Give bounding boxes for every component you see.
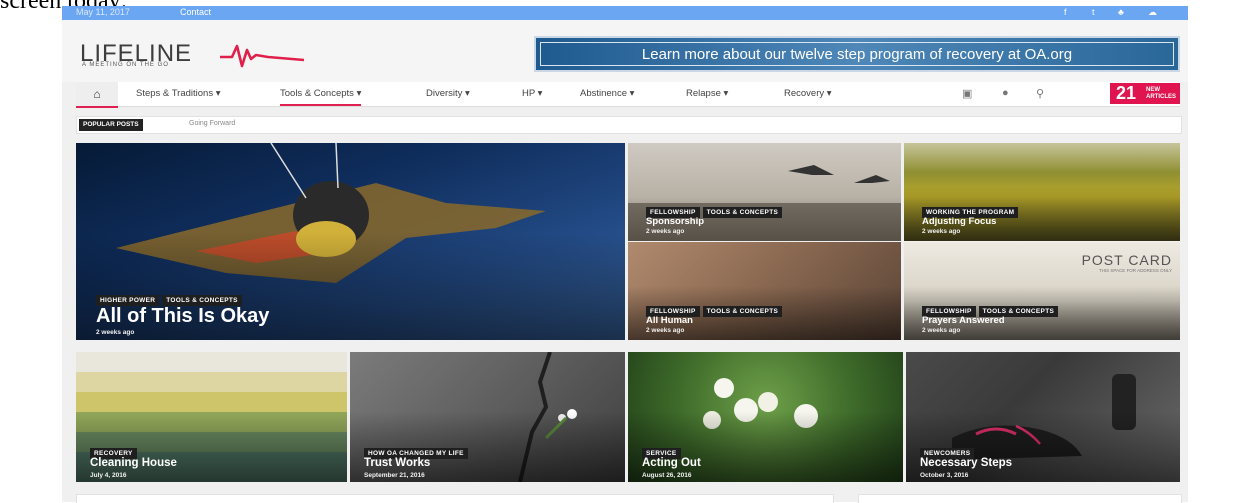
post-title[interactable]: Necessary Steps: [920, 457, 1012, 469]
cloud-icon[interactable]: ☁: [1148, 7, 1157, 18]
featured-post-adjusting-focus[interactable]: WORKING THE PROGRAM Adjusting Focus 2 we…: [904, 143, 1180, 241]
search-icon[interactable]: ⚲: [1036, 87, 1044, 100]
post-date: August 26, 2016: [642, 472, 692, 479]
logo-tagline: A MEETING ON THE GO: [82, 62, 169, 68]
post-title[interactable]: Acting Out: [642, 457, 701, 469]
popular-posts-label: POPULAR POSTS: [79, 119, 143, 131]
post-title[interactable]: Cleaning House: [90, 457, 177, 469]
video-icon[interactable]: ▣: [962, 87, 972, 100]
nav-tools-concepts[interactable]: Tools & Concepts ▾: [280, 88, 362, 106]
top-date: May 11, 2017: [76, 7, 130, 17]
post-necessary-steps[interactable]: NEWCOMERS Necessary Steps October 3, 201…: [906, 352, 1180, 482]
page: LIFELINE A MEETING ON THE GO Learn more …: [62, 20, 1188, 503]
nav-steps-traditions[interactable]: Steps & Traditions ▾: [136, 88, 221, 99]
post-date: 2 weeks ago: [922, 228, 961, 235]
post-title[interactable]: All of This Is Okay: [96, 305, 269, 328]
post-title[interactable]: Sponsorship: [646, 216, 704, 227]
category-tag[interactable]: TOOLS & CONCEPTS: [702, 306, 783, 317]
featured-post-prayers-answered[interactable]: POST CARD THIS SPACE FOR ADDRESS ONLY FE…: [904, 242, 1180, 340]
post-date: 2 weeks ago: [646, 327, 685, 334]
nav-hp[interactable]: HP ▾: [522, 88, 542, 99]
post-title[interactable]: Trust Works: [364, 457, 430, 469]
post-date: September 21, 2016: [364, 472, 425, 479]
postcard-heading: POST CARD: [1081, 252, 1172, 268]
twitter-icon[interactable]: t: [1092, 7, 1095, 17]
contact-link[interactable]: Contact: [180, 7, 211, 17]
post-title[interactable]: Prayers Answered: [922, 315, 1005, 326]
oa-banner-ad[interactable]: Learn more about our twelve step program…: [534, 36, 1180, 72]
popular-posts-ticker: POPULAR POSTS Going Forward: [76, 116, 1182, 134]
new-articles-count: 21: [1116, 83, 1137, 103]
user-icon[interactable]: ●: [1002, 87, 1009, 99]
post-date: 2 weeks ago: [922, 327, 961, 334]
nav-recovery[interactable]: Recovery ▾: [784, 88, 832, 99]
nav-abstinence[interactable]: Abstinence ▾: [580, 88, 634, 99]
category-tag[interactable]: TOOLS & CONCEPTS: [702, 207, 783, 218]
feed-icon[interactable]: ♣: [1118, 7, 1124, 17]
featured-post-all-human[interactable]: FELLOWSHIP TOOLS & CONCEPTS All Human 2 …: [628, 242, 901, 340]
post-acting-out[interactable]: SERVICE Acting Out August 26, 2016: [628, 352, 903, 482]
ticker-post-link[interactable]: Going Forward: [189, 120, 235, 127]
site-header: LIFELINE A MEETING ON THE GO Learn more …: [62, 20, 1188, 82]
featured-post-sponsorship[interactable]: FELLOWSHIP TOOLS & CONCEPTS Sponsorship …: [628, 143, 901, 241]
postcard-subheading: THIS SPACE FOR ADDRESS ONLY: [1098, 268, 1172, 273]
post-date: 2 weeks ago: [646, 228, 685, 235]
nav-home[interactable]: ⌂: [76, 82, 118, 108]
new-articles-label: NEW ARTICLES: [1146, 87, 1176, 100]
featured-post-main[interactable]: HIGHER POWER TOOLS & CONCEPTS All of Thi…: [76, 143, 625, 340]
new-articles-badge[interactable]: 21 NEW ARTICLES: [1110, 83, 1180, 104]
main-nav: ⌂ Steps & Traditions ▾ Tools & Concepts …: [76, 82, 1180, 108]
nav-relapse[interactable]: Relapse ▾: [686, 88, 728, 99]
heartbeat-icon: [220, 44, 304, 68]
banner-text: Learn more about our twelve step program…: [540, 42, 1174, 66]
post-cleaning-house[interactable]: RECOVERY Cleaning House July 4, 2016: [76, 352, 347, 482]
post-title[interactable]: Adjusting Focus: [922, 216, 996, 227]
facebook-icon[interactable]: f: [1064, 7, 1067, 17]
post-title[interactable]: All Human: [646, 315, 693, 326]
post-date: July 4, 2016: [90, 472, 127, 479]
nav-diversity[interactable]: Diversity ▾: [426, 88, 470, 99]
post-date: 2 weeks ago: [96, 329, 135, 336]
post-date: October 3, 2016: [920, 472, 969, 479]
top-bar: May 11, 2017 Contact f t ♣ ☁: [62, 6, 1188, 21]
post-trust-works[interactable]: HOW OA CHANGED MY LIFE Trust Works Septe…: [350, 352, 625, 482]
home-icon: ⌂: [93, 87, 101, 101]
